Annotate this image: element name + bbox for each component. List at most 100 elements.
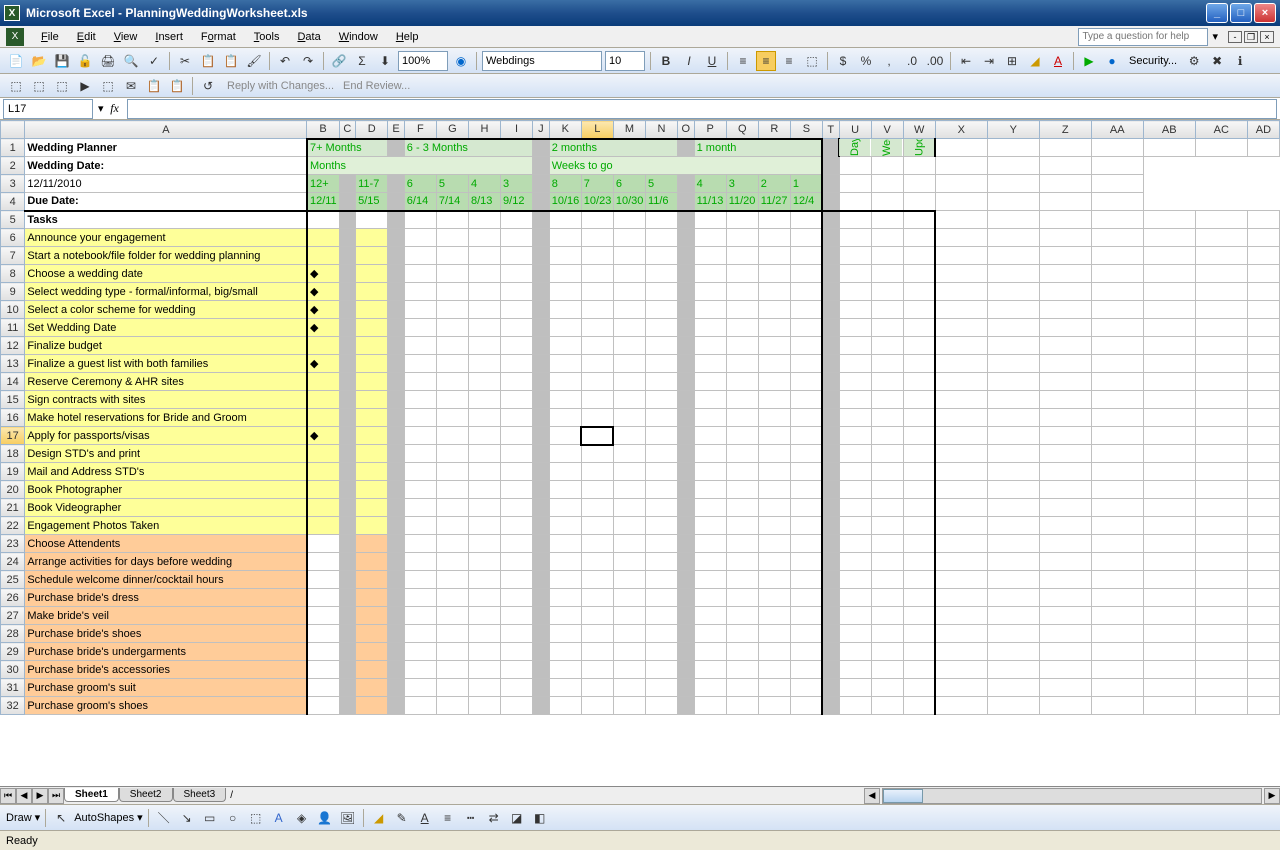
row-header-12[interactable]: 12 (1, 337, 25, 355)
spell-icon[interactable]: ✓ (144, 51, 164, 71)
redo-icon[interactable]: ↷ (298, 51, 318, 71)
autoshapes-menu[interactable]: AutoShapes (74, 812, 134, 824)
underline-icon[interactable]: U (702, 51, 722, 71)
menu-file[interactable]: File (34, 29, 66, 45)
sum-icon[interactable]: Σ (352, 51, 372, 71)
col-header-A[interactable]: A (25, 121, 307, 139)
preview-icon[interactable]: 🔍 (121, 51, 141, 71)
row-header-5[interactable]: 5 (1, 211, 25, 229)
menu-view[interactable]: View (107, 29, 145, 45)
tab-first-icon[interactable]: ⏮ (0, 788, 16, 804)
menu-format[interactable]: Format (194, 29, 243, 45)
tab-last-icon[interactable]: ⏭ (48, 788, 64, 804)
dec-indent-icon[interactable]: ⇤ (956, 51, 976, 71)
rt5-icon[interactable]: ⬚ (98, 76, 118, 96)
menu-data[interactable]: Data (290, 29, 327, 45)
col-header-F[interactable]: F (404, 121, 436, 139)
arrow-style-icon[interactable]: ⇄ (484, 808, 504, 828)
tab-next-icon[interactable]: ▶ (32, 788, 48, 804)
select-all[interactable] (1, 121, 25, 139)
col-header-AB[interactable]: AB (1143, 121, 1195, 139)
print-icon[interactable]: 🖨 (98, 51, 118, 71)
play-icon[interactable]: ▶ (1079, 51, 1099, 71)
clipart-icon[interactable]: 👤 (315, 808, 335, 828)
paste-icon[interactable]: 📋 (221, 51, 241, 71)
align-right-icon[interactable]: ≡ (779, 51, 799, 71)
row-header-20[interactable]: 20 (1, 481, 25, 499)
draw-menu[interactable]: Draw (6, 812, 32, 824)
col-header-K[interactable]: K (549, 121, 581, 139)
tab-prev-icon[interactable]: ◀ (16, 788, 32, 804)
menu-tools[interactable]: Tools (247, 29, 287, 45)
row-header-7[interactable]: 7 (1, 247, 25, 265)
dash-icon[interactable]: ┅ (461, 808, 481, 828)
col-header-W[interactable]: W (903, 121, 935, 139)
rt3-icon[interactable]: ⬚ (52, 76, 72, 96)
col-header-O[interactable]: O (678, 121, 695, 139)
help-dropdown-icon[interactable]: ▾ (1212, 30, 1218, 43)
menu-window[interactable]: Window (332, 29, 385, 45)
hscroll-track[interactable] (882, 788, 1262, 804)
rect-icon[interactable]: ▭ (200, 808, 220, 828)
doc-restore-button[interactable]: ❐ (1244, 31, 1258, 43)
row-header-27[interactable]: 27 (1, 607, 25, 625)
row-header-18[interactable]: 18 (1, 445, 25, 463)
row-header-3[interactable]: 3 (1, 175, 25, 193)
row-header-24[interactable]: 24 (1, 553, 25, 571)
col-header-Z[interactable]: Z (1039, 121, 1091, 139)
rt4-icon[interactable]: ▶ (75, 76, 95, 96)
wordart-icon[interactable]: A (269, 808, 289, 828)
col-header-U[interactable]: U (839, 121, 871, 139)
day-before-col[interactable]: Day Before (839, 139, 871, 157)
hscroll-left-icon[interactable]: ◀ (864, 788, 880, 804)
row-header-30[interactable]: 30 (1, 661, 25, 679)
dec-decimal-icon[interactable]: .00 (925, 51, 945, 71)
sort-icon[interactable]: ⬇ (375, 51, 395, 71)
col-header-AA[interactable]: AA (1091, 121, 1143, 139)
row-header-4[interactable]: 4 (1, 193, 25, 211)
upon-return-col[interactable]: Upon Return (903, 139, 935, 157)
col-header-R[interactable]: R (758, 121, 790, 139)
help-search-input[interactable] (1078, 28, 1208, 46)
row-header-21[interactable]: 21 (1, 499, 25, 517)
undo-icon[interactable]: ↶ (275, 51, 295, 71)
help-icon[interactable]: ◉ (451, 51, 471, 71)
save-icon[interactable]: 💾 (52, 51, 72, 71)
maximize-button[interactable]: □ (1230, 3, 1252, 23)
oval-icon[interactable]: ○ (223, 808, 243, 828)
fill-color-icon[interactable]: ◢ (1025, 51, 1045, 71)
autoshapes-dropdown-icon[interactable]: ▾ (137, 811, 143, 824)
hscroll-right-icon[interactable]: ▶ (1264, 788, 1280, 804)
inc-indent-icon[interactable]: ⇥ (979, 51, 999, 71)
percent-icon[interactable]: % (856, 51, 876, 71)
row-header-28[interactable]: 28 (1, 625, 25, 643)
row-header-25[interactable]: 25 (1, 571, 25, 589)
col-header-V[interactable]: V (871, 121, 903, 139)
name-box[interactable] (3, 99, 93, 119)
menu-insert[interactable]: Insert (148, 29, 190, 45)
open-icon[interactable]: 📂 (29, 51, 49, 71)
active-cell[interactable] (581, 427, 613, 445)
col-header-B[interactable]: B (307, 121, 339, 139)
font-color-icon[interactable]: A (1048, 51, 1068, 71)
close-button[interactable]: × (1254, 3, 1276, 23)
row-header-19[interactable]: 19 (1, 463, 25, 481)
reply-changes-button[interactable]: Reply with Changes... (221, 80, 340, 92)
col-header-M[interactable]: M (613, 121, 645, 139)
copy-icon[interactable]: 📋 (198, 51, 218, 71)
diagram-icon[interactable]: ◈ (292, 808, 312, 828)
row-header-22[interactable]: 22 (1, 517, 25, 535)
rt7-icon[interactable]: 📋 (144, 76, 164, 96)
col-header-AD[interactable]: AD (1247, 121, 1279, 139)
row-header-26[interactable]: 26 (1, 589, 25, 607)
col-header-D[interactable]: D (356, 121, 388, 139)
wedding-day-col[interactable]: Wedding Day (871, 139, 903, 157)
new-icon[interactable]: 📄 (6, 51, 26, 71)
col-header-G[interactable]: G (436, 121, 468, 139)
record-icon[interactable]: ● (1102, 51, 1122, 71)
col-header-P[interactable]: P (694, 121, 726, 139)
end-review-button[interactable]: End Review... (343, 80, 410, 92)
arrow-icon[interactable]: ↘ (177, 808, 197, 828)
hscroll-thumb[interactable] (883, 789, 923, 803)
col-header-E[interactable]: E (388, 121, 405, 139)
